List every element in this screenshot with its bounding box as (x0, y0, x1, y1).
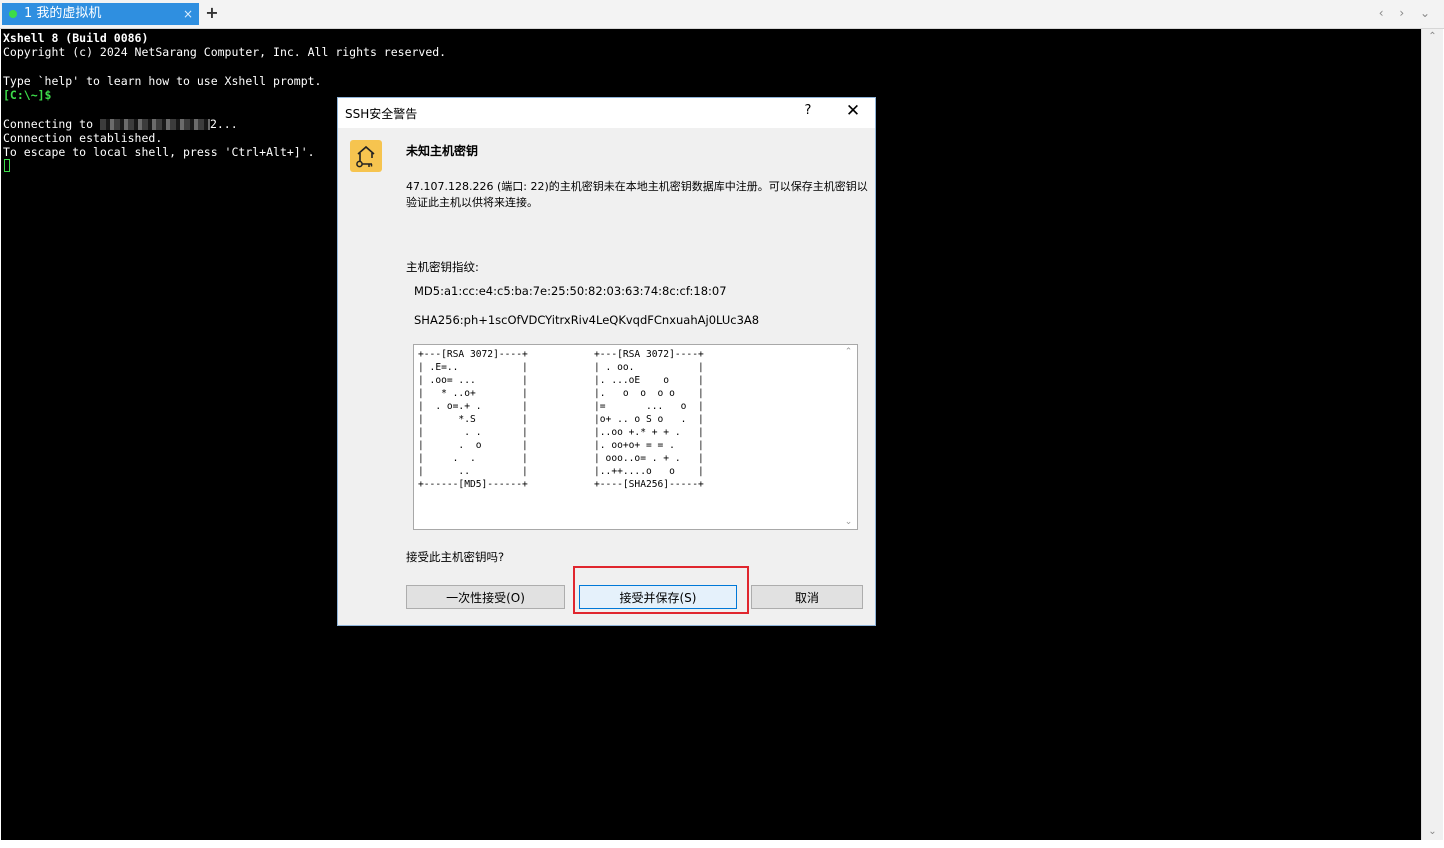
terminal-line: Type `help' to learn how to use Xshell p… (3, 74, 322, 88)
fingerprint-sha256: SHA256:ph+1scOfVDCYitrxRiv4LeQKvqdFCnxua… (414, 313, 760, 327)
scroll-down-icon[interactable]: ⌄ (1422, 824, 1443, 840)
cancel-button[interactable]: 取消 (751, 585, 863, 609)
session-tab-label: 1 我的虚拟机 (24, 6, 102, 21)
terminal-scrollbar[interactable]: ⌃ ⌄ (1421, 29, 1443, 840)
terminal-prompt: [C:\~]$ (3, 88, 52, 102)
highlight-box (573, 566, 749, 614)
dialog-message: 47.107.128.226 (端口: 22)的主机密钥未在本地主机密钥数据库中… (406, 180, 868, 209)
connection-status-icon (9, 10, 17, 18)
new-tab-button[interactable]: + (204, 3, 220, 25)
scroll-up-icon[interactable]: ⌃ (840, 347, 857, 357)
scroll-up-icon[interactable]: ⌃ (1422, 29, 1443, 45)
dialog-title: SSH安全警告 (345, 107, 418, 121)
fingerprint-md5: MD5:a1:cc:e4:c5:ba:7e:25:50:82:03:63:74:… (414, 284, 727, 298)
redacted-host (99, 119, 210, 130)
tab-close-icon[interactable]: × (183, 3, 193, 25)
connecting-suffix: 2... (209, 117, 238, 131)
randomart-scrollbar[interactable]: ⌃ ⌄ (840, 345, 857, 529)
accept-once-button[interactable]: 一次性接受(O) (406, 585, 565, 609)
close-button[interactable]: ✕ (843, 101, 863, 121)
tab-bar: 1 我的虚拟机 × + ‹ › ⌄ (0, 0, 1444, 29)
terminal-line: Copyright (c) 2024 NetSarang Computer, I… (3, 45, 447, 59)
session-tab[interactable]: 1 我的虚拟机 × (2, 3, 199, 25)
terminal-line: To escape to local shell, press 'Ctrl+Al… (3, 145, 315, 159)
host-key-icon (350, 140, 382, 172)
help-button[interactable]: ? (801, 103, 815, 118)
terminal-line: Connecting to 2... (3, 117, 238, 131)
terminal-cursor (4, 159, 10, 172)
randomart-sha256: +---[RSA 3072]----+ | . oo. | |. ...oE o… (594, 349, 704, 490)
dialog-heading: 未知主机密钥 (406, 144, 479, 158)
terminal-line: Connection established. (3, 131, 163, 145)
dialog-titlebar: SSH安全警告 ? ✕ (338, 98, 875, 128)
ssh-security-warning-dialog: SSH安全警告 ? ✕ 未知主机密钥 47.107.128.226 (端口: 2… (337, 97, 876, 626)
terminal-line: Xshell 8 (Build 0086) (3, 31, 149, 45)
randomart-md5: +---[RSA 3072]----+ | .E=.. | | .oo= ...… (418, 349, 528, 490)
tab-navigation-icons[interactable]: ‹ › ⌄ (1379, 4, 1436, 22)
scroll-down-icon[interactable]: ⌄ (840, 517, 857, 527)
fingerprint-label: 主机密钥指纹: (406, 260, 479, 274)
randomart-textbox[interactable]: +---[RSA 3072]----+ | .E=.. | | .oo= ...… (413, 344, 858, 530)
accept-question: 接受此主机密钥吗? (406, 550, 505, 564)
connecting-text: Connecting to (3, 117, 94, 131)
